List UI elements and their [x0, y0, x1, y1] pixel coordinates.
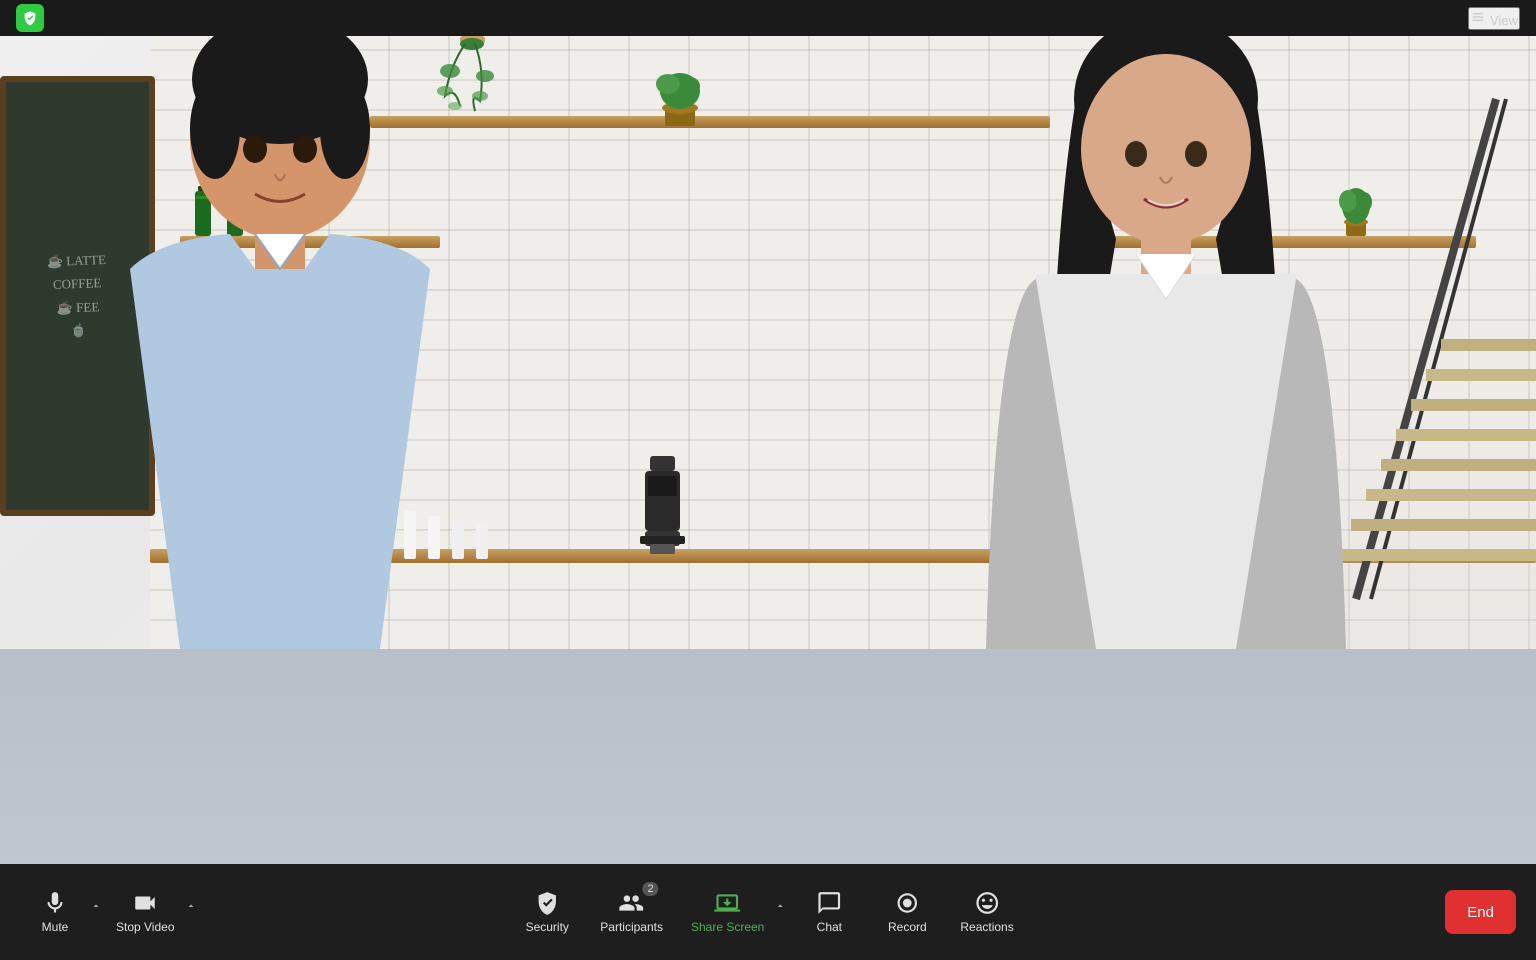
security-button[interactable]: Security	[512, 882, 582, 942]
participants-label: Participants	[600, 920, 663, 934]
reactions-icon	[974, 890, 1000, 916]
share-screen-label: Share Screen	[691, 920, 764, 934]
mute-label: Mute	[42, 920, 69, 934]
record-button[interactable]: Record	[872, 882, 942, 942]
chevron-up-icon-3	[774, 900, 786, 912]
record-label: Record	[888, 920, 927, 934]
toolbar-right: End	[1445, 890, 1516, 934]
lower-area	[0, 649, 1536, 864]
stop-video-label: Stop Video	[116, 920, 175, 934]
chat-label: Chat	[817, 920, 842, 934]
video-camera-icon	[132, 890, 158, 916]
view-button[interactable]: View	[1468, 7, 1520, 30]
share-screen-arrow[interactable]	[774, 900, 786, 924]
zoom-shield-icon	[16, 4, 44, 32]
chevron-up-icon-2	[185, 900, 197, 912]
share-screen-button[interactable]: Share Screen	[681, 882, 774, 942]
participants-button[interactable]: 2 Participants	[590, 882, 673, 942]
microphone-icon	[42, 890, 68, 916]
participants-icon	[619, 890, 645, 916]
end-button[interactable]: End	[1445, 890, 1516, 934]
chat-button[interactable]: Chat	[794, 882, 864, 942]
toolbar: Mute Stop Video	[0, 864, 1536, 960]
video-area: ☕ LATTE COFFEE ☕ FEE 🍵	[0, 36, 1536, 864]
toolbar-left: Mute Stop Video	[20, 882, 197, 942]
view-label: View	[1490, 13, 1518, 28]
toolbar-center: Security 2 Participants Share Screen	[512, 882, 1023, 942]
mute-button[interactable]: Mute	[20, 882, 90, 942]
participants-count: 2	[642, 882, 658, 896]
mute-arrow-button[interactable]	[90, 900, 102, 924]
video-arrow-button[interactable]	[185, 900, 197, 924]
record-icon	[894, 890, 920, 916]
reactions-label: Reactions	[960, 920, 1013, 934]
security-label: Security	[526, 920, 569, 934]
reactions-button[interactable]: Reactions	[950, 882, 1023, 942]
chevron-up-icon	[90, 900, 102, 912]
share-screen-icon	[715, 890, 741, 916]
security-icon	[534, 890, 560, 916]
chat-icon	[816, 890, 842, 916]
top-bar: View	[0, 0, 1536, 36]
stop-video-button[interactable]: Stop Video	[106, 882, 185, 942]
